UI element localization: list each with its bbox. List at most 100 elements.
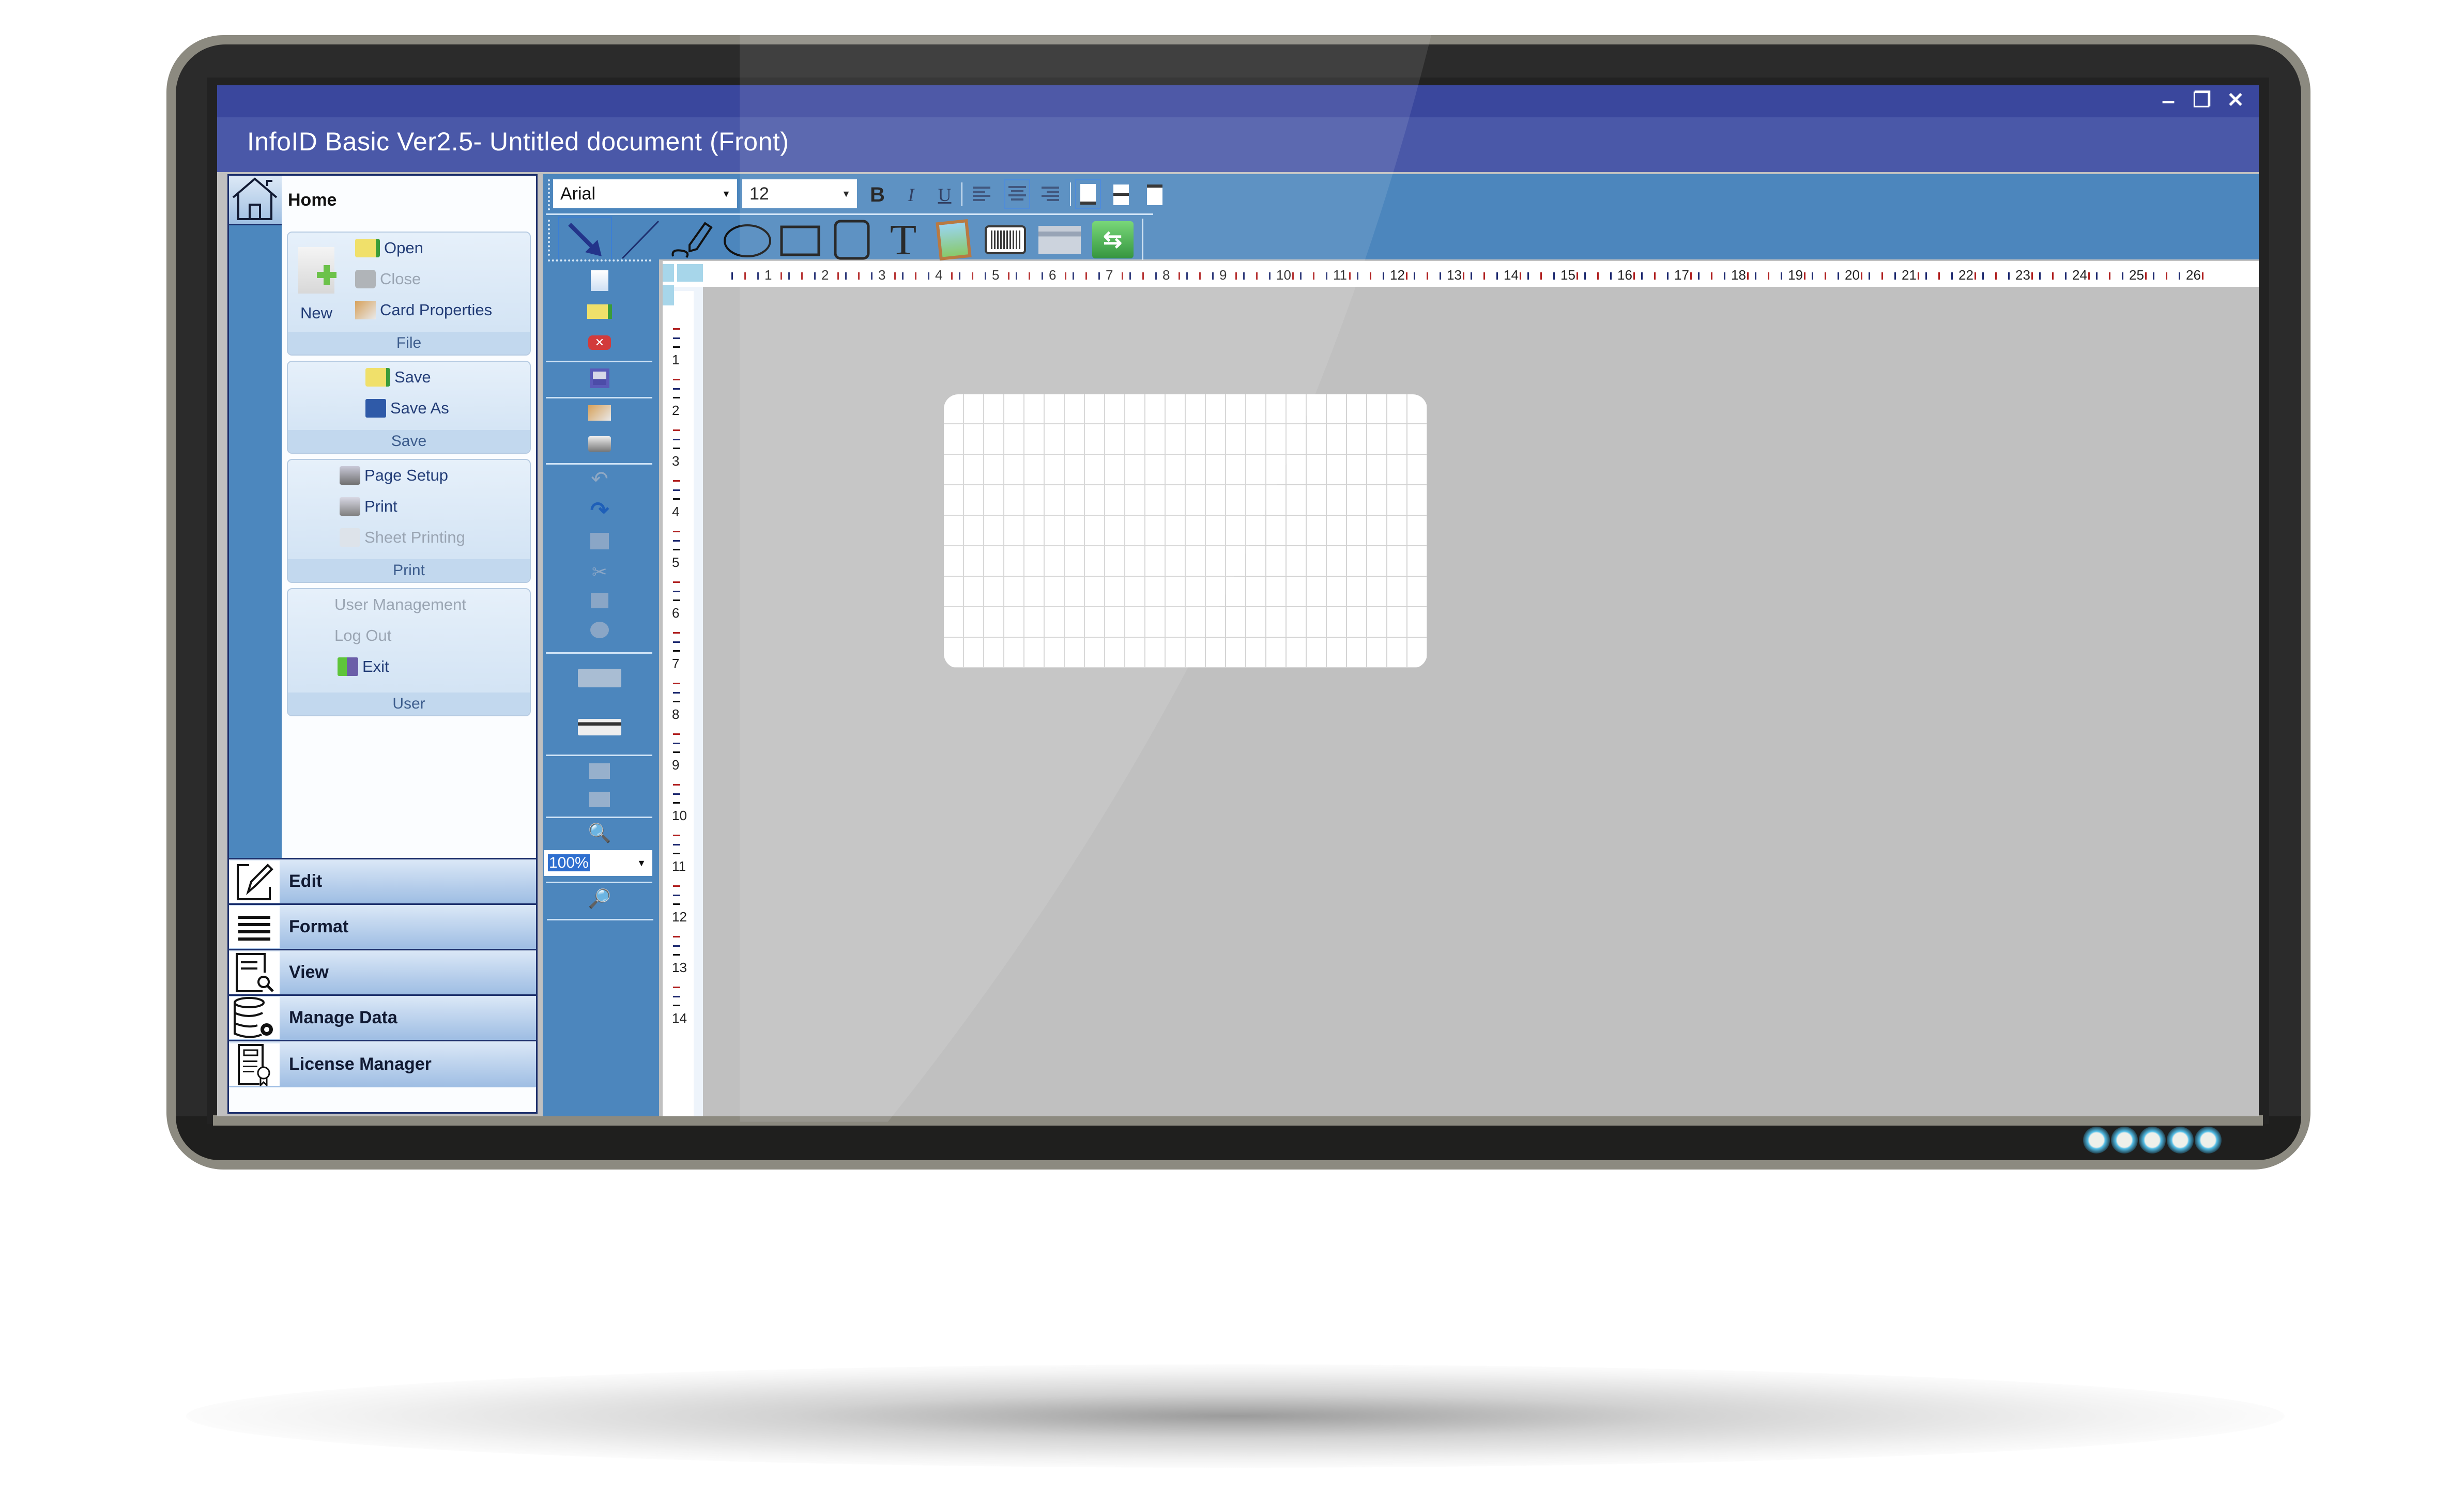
ruler-label: 10 [672, 808, 687, 823]
ruler-tick [1496, 272, 1498, 280]
ruler-label: 6 [672, 605, 680, 621]
ruler-tick [1995, 272, 1997, 280]
led-indicator [2139, 1127, 2166, 1154]
ruler-label: 8 [672, 706, 680, 722]
led-indicators [2083, 1127, 2279, 1158]
ruler-tick [673, 581, 680, 583]
ruler-tick [673, 835, 680, 836]
ruler-tick [673, 793, 680, 795]
ruler-tick [1724, 272, 1725, 280]
ruler-tick [1861, 272, 1862, 280]
ruler-tick [2039, 272, 2041, 280]
led-indicator [2083, 1127, 2110, 1154]
ruler-tick [673, 549, 680, 550]
ruler-tick [1768, 272, 1769, 280]
ruler-tick [673, 439, 680, 440]
ruler-tick [1633, 272, 1635, 280]
ruler-tick [1610, 272, 1612, 280]
ruler-label: 21 [1902, 267, 1917, 283]
ruler-tick [673, 480, 680, 482]
ruler-tick [1975, 272, 1976, 280]
ruler-label: 20 [1845, 267, 1860, 283]
vertical-ruler-labels: 1 2 3 4 5 6 7 8 9 10 11 12 13 14 [217, 85, 734, 1116]
ruler-tick [2052, 272, 2054, 280]
ruler-tick [2179, 272, 2180, 280]
ruler-tick [1483, 272, 1485, 280]
ruler-tick [1527, 272, 1529, 280]
ruler-tick [673, 388, 680, 390]
ruler-tick [673, 337, 680, 339]
ruler-tick [673, 996, 680, 997]
led-indicator [2195, 1127, 2222, 1154]
ruler-tick [673, 903, 680, 905]
ruler-tick [1925, 272, 1927, 280]
ruler-tick [1982, 272, 1984, 280]
ruler-tick [673, 540, 680, 542]
ruler-label: 13 [672, 960, 687, 975]
ruler-tick [1553, 272, 1555, 280]
ruler-tick [2096, 272, 2098, 280]
ruler-label: 7 [672, 656, 680, 671]
ruler-tick [1869, 272, 1870, 280]
ruler-tick [673, 489, 680, 491]
ruler-tick [1471, 272, 1472, 280]
ruler-tick [673, 599, 680, 601]
ruler-tick [673, 692, 680, 694]
ruler-tick [673, 743, 680, 744]
ruler-tick [1781, 272, 1782, 280]
led-indicator [2111, 1127, 2138, 1154]
ruler-tick [2145, 272, 2147, 280]
ruler-tick [673, 885, 680, 887]
ruler-tick [1520, 272, 1521, 280]
ruler-label: 3 [672, 453, 680, 469]
ruler-tick [1584, 272, 1586, 280]
ruler-tick [2065, 272, 2067, 280]
ruler-tick [2008, 272, 2010, 280]
ruler-label: 1 [672, 352, 680, 367]
ruler-tick [2109, 272, 2110, 280]
ruler-tick [673, 346, 680, 348]
ruler-label: 25 [2129, 267, 2144, 283]
ruler-tick [1667, 272, 1669, 280]
ruler-label: 16 [1617, 267, 1632, 283]
ruler-tick [673, 954, 680, 956]
ruler-tick [1641, 272, 1643, 280]
ruler-tick [1918, 272, 1919, 280]
ruler-label: 11 [672, 858, 686, 874]
ruler-tick [1825, 272, 1826, 280]
led-indicator [2167, 1127, 2194, 1154]
ruler-tick [1654, 272, 1656, 280]
ruler-tick [673, 733, 680, 735]
ruler-label: 9 [672, 757, 680, 773]
ruler-label: 24 [2072, 267, 2087, 283]
ruler-label: 17 [1674, 267, 1689, 283]
ruler-tick [1597, 272, 1599, 280]
ruler-tick [1690, 272, 1692, 280]
ruler-tick [2031, 272, 2033, 280]
ruler-tick [2202, 272, 2203, 280]
ruler-tick [1951, 272, 1953, 280]
ruler-tick [673, 784, 680, 786]
ruler-tick [673, 328, 680, 330]
ruler-tick [1540, 272, 1542, 280]
ruler-tick [673, 683, 680, 684]
ruler-tick [673, 591, 680, 592]
ruler-tick [1755, 272, 1756, 280]
screen-glare [739, 35, 1432, 1122]
ruler-tick [673, 987, 680, 988]
ruler-label: 22 [1958, 267, 1973, 283]
ruler-tick [2122, 272, 2123, 280]
ruler-label: 15 [1560, 267, 1575, 283]
ruler-label: 19 [1788, 267, 1803, 283]
ruler-tick [673, 448, 680, 449]
ruler-tick [1804, 272, 1805, 280]
ruler-tick [673, 498, 680, 500]
ruler-tick [1812, 272, 1813, 280]
ruler-tick [1698, 272, 1700, 280]
ruler-tick [673, 650, 680, 652]
ruler-label: 12 [672, 909, 687, 925]
ruler-label: 18 [1731, 267, 1746, 283]
ruler-tick [673, 641, 680, 643]
ruler-tick [1938, 272, 1940, 280]
ruler-tick [673, 936, 680, 937]
